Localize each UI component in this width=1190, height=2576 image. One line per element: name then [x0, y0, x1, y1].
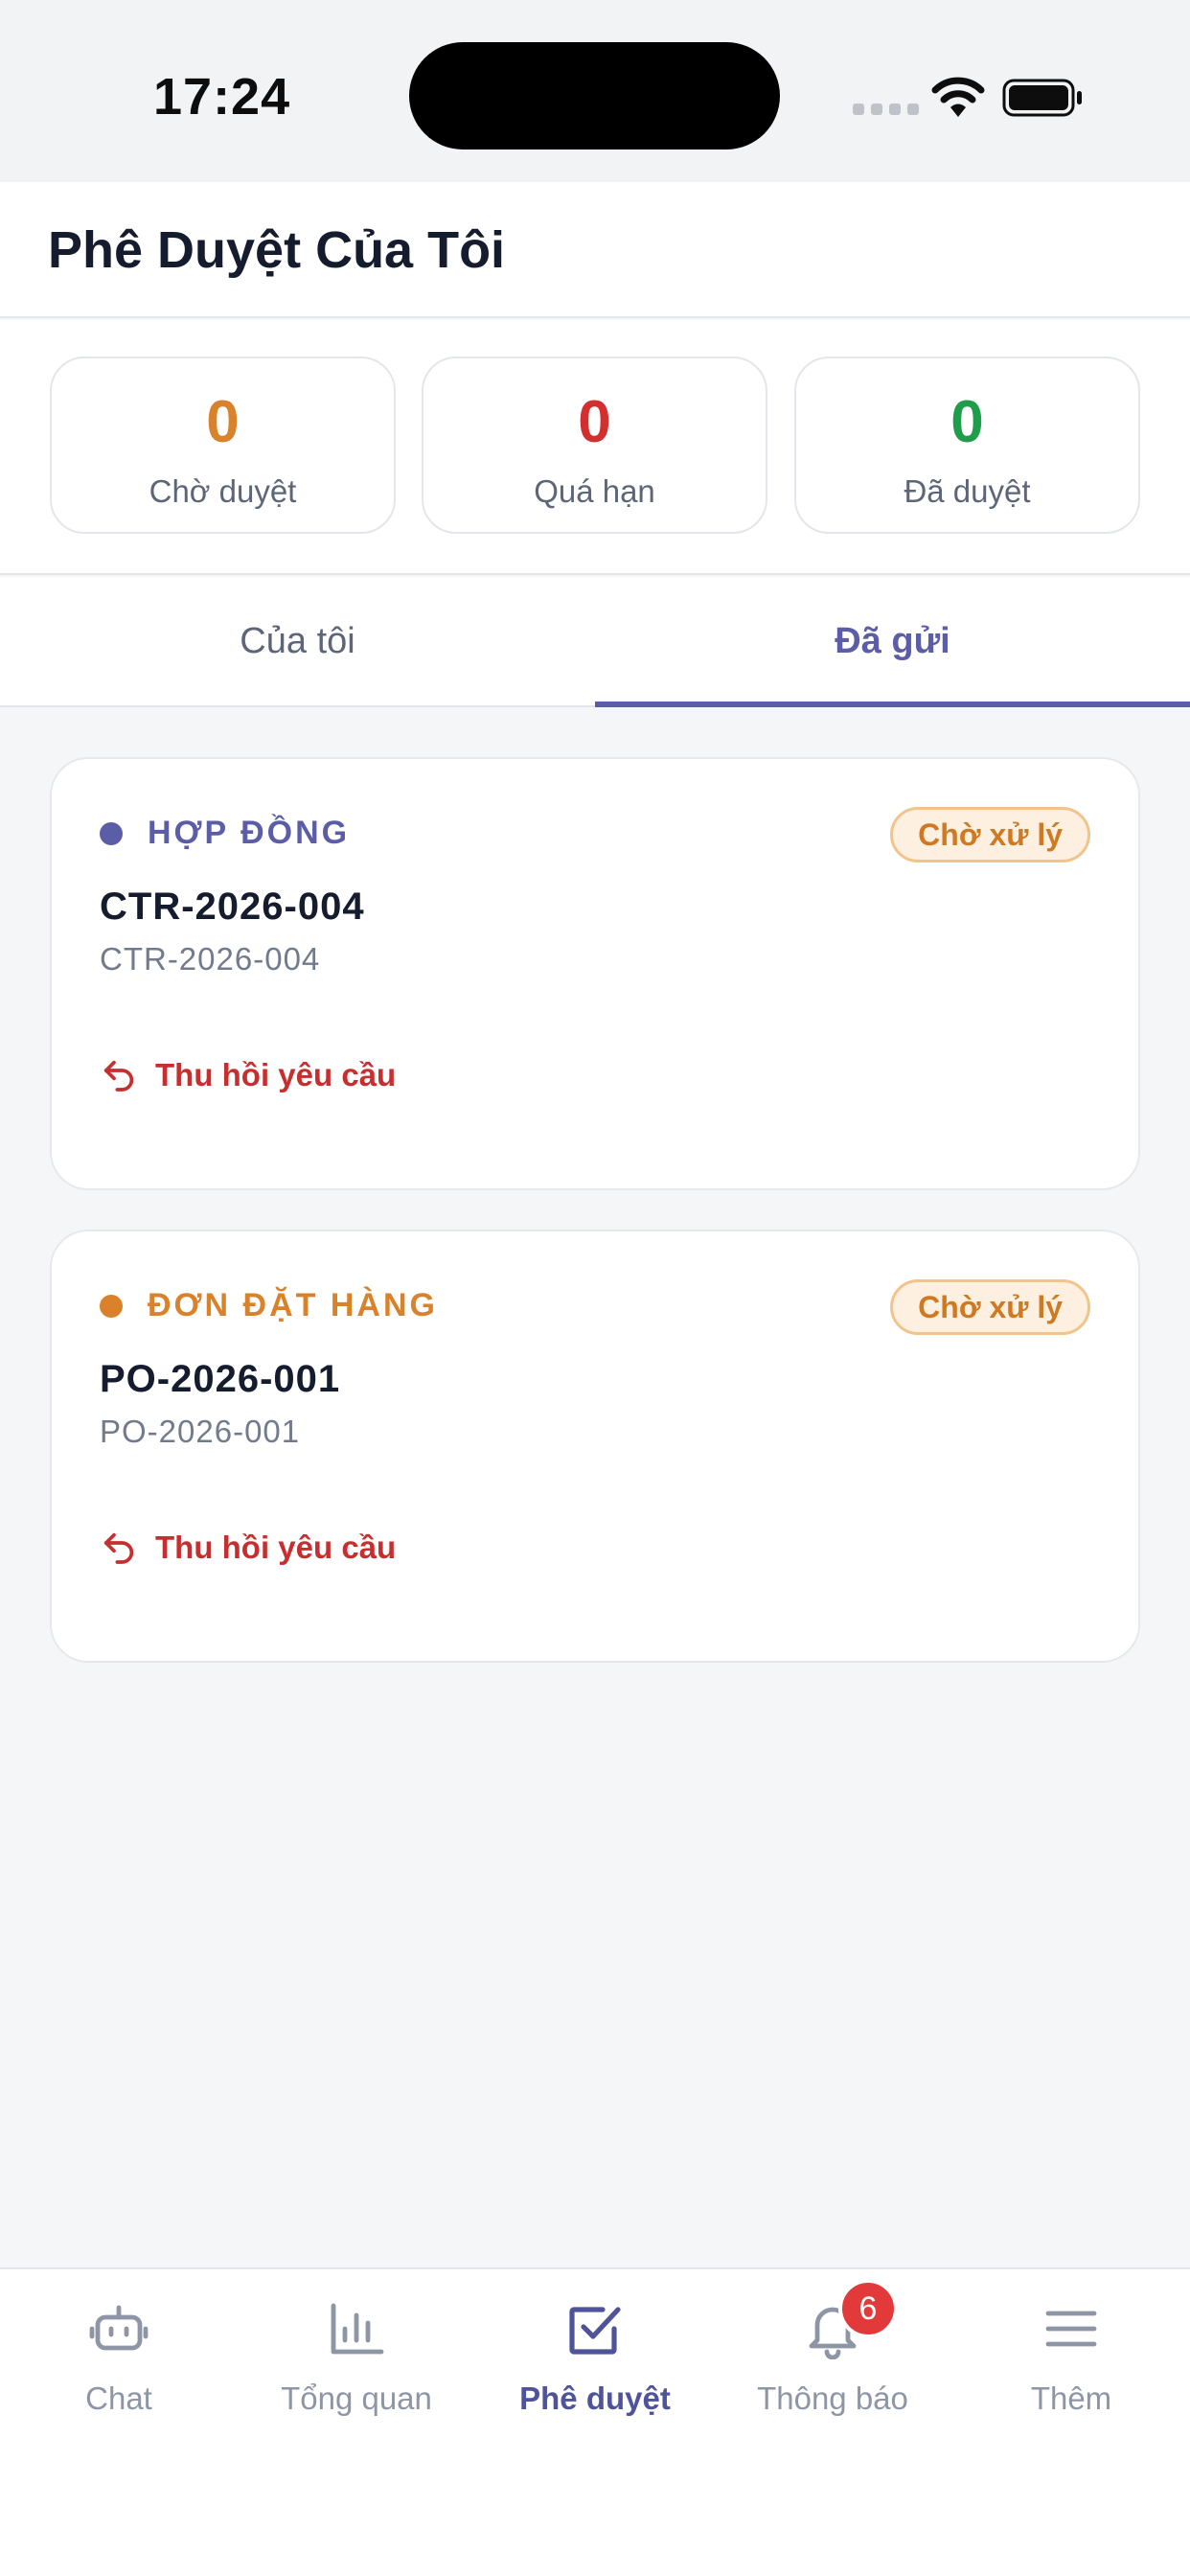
- recall-label: Thu hồi yêu cầu: [155, 1530, 397, 1565]
- nav-chat[interactable]: Chat: [0, 2298, 238, 2442]
- request-card[interactable]: ĐƠN ĐẶT HÀNG Chờ xử lý PO-2026-001 PO-20…: [50, 1230, 1140, 1663]
- request-code: PO-2026-001: [100, 1358, 341, 1400]
- approval-screen: 17:24 Phê Duyệt Của Tôi 0 Chờ duyệt 0 Qu…: [0, 0, 1190, 2576]
- page-title: Phê Duyệt Của Tôi: [48, 221, 506, 279]
- request-subtitle: PO-2026-001: [100, 1414, 301, 1449]
- status-badge: Chờ xử lý: [890, 1279, 1090, 1335]
- dynamic-island: [409, 42, 780, 150]
- request-type: HỢP ĐỒNG: [100, 815, 350, 852]
- nav-label: Tổng quan: [281, 2380, 432, 2416]
- bar-chart-icon: [331, 2303, 384, 2355]
- wifi-icon: [931, 77, 985, 117]
- stat-value: 0: [206, 389, 240, 455]
- stat-label: Quá hạn: [534, 473, 655, 509]
- status-time: 17:24: [153, 68, 291, 126]
- tab-sent[interactable]: Đã gửi: [595, 577, 1190, 707]
- bottom-navigation: Chat Tổng quan Phê duyệt 6 Thông báo Thê…: [0, 2267, 1190, 2576]
- tab-bar: Của tôi Đã gửi: [0, 577, 1190, 707]
- status-badge: Chờ xử lý: [890, 807, 1090, 862]
- page-header: Phê Duyệt Của Tôi: [0, 182, 1190, 318]
- type-dot: [100, 821, 123, 845]
- request-card[interactable]: HỢP ĐỒNG Chờ xử lý CTR-2026-004 CTR-2026…: [50, 757, 1140, 1190]
- nav-more[interactable]: Thêm: [952, 2298, 1190, 2442]
- nav-label: Phê duyệt: [519, 2380, 671, 2416]
- stat-label: Chờ duyệt: [149, 473, 297, 509]
- notification-count-badge: 6: [838, 2279, 898, 2338]
- cellular-signal-icon: [853, 104, 919, 115]
- check-square-icon: [569, 2307, 621, 2355]
- active-tab-indicator: [595, 702, 1190, 707]
- request-type: ĐƠN ĐẶT HÀNG: [100, 1287, 438, 1324]
- recall-label: Thu hồi yêu cầu: [155, 1057, 397, 1092]
- nav-overview[interactable]: Tổng quan: [238, 2298, 475, 2442]
- request-subtitle: CTR-2026-004: [100, 941, 321, 977]
- undo-icon: [103, 1060, 134, 1092]
- battery-icon: [1002, 79, 1082, 117]
- stat-card-approved: 0 Đã duyệt: [794, 356, 1140, 534]
- menu-icon: [1045, 2311, 1097, 2347]
- request-code: CTR-2026-004: [100, 886, 365, 928]
- stat-card-overdue: 0 Quá hạn: [422, 356, 767, 534]
- tab-mine[interactable]: Của tôi: [0, 577, 595, 707]
- stat-value: 0: [950, 389, 984, 455]
- undo-icon: [103, 1532, 134, 1564]
- nav-label: Chat: [85, 2380, 152, 2416]
- robot-icon: [89, 2305, 149, 2351]
- nav-label: Thêm: [1030, 2380, 1112, 2416]
- stats-summary: 0 Chờ duyệt 0 Quá hạn 0 Đã duyệt: [0, 320, 1190, 575]
- stat-card-pending: 0 Chờ duyệt: [50, 356, 396, 534]
- type-label: ĐƠN ĐẶT HÀNG: [148, 1287, 438, 1323]
- recall-request-button[interactable]: Thu hồi yêu cầu: [100, 1529, 396, 1567]
- nav-approval[interactable]: Phê duyệt: [476, 2298, 714, 2442]
- type-label: HỢP ĐỒNG: [148, 815, 351, 851]
- nav-label: Thông báo: [757, 2380, 908, 2416]
- recall-request-button[interactable]: Thu hồi yêu cầu: [100, 1056, 396, 1094]
- stat-value: 0: [578, 389, 611, 455]
- stat-label: Đã duyệt: [904, 473, 1031, 509]
- type-dot: [100, 1294, 123, 1318]
- nav-notifications[interactable]: 6 Thông báo: [714, 2279, 951, 2442]
- bell-icon-wrapper: 6: [802, 2279, 898, 2360]
- status-bar: 17:24: [0, 0, 1190, 182]
